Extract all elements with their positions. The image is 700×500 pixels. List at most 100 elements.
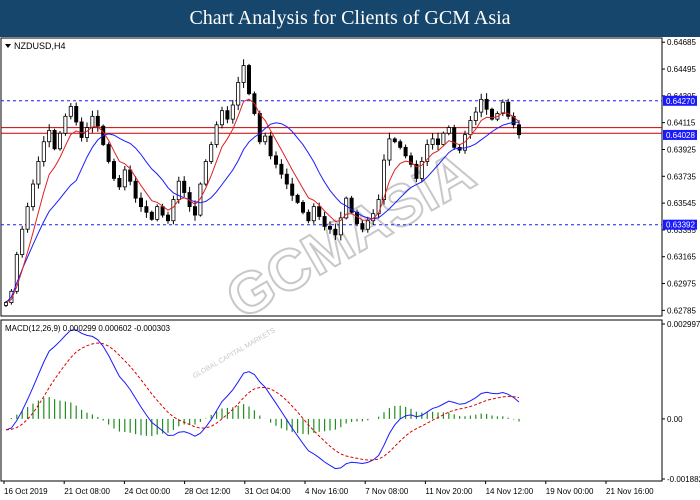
candle-body [165,214,170,222]
candle-body [290,183,295,196]
candle-body [63,115,68,134]
time-tick-label: 19 Nov 00:00 [546,487,594,496]
candle-body [322,216,327,227]
macd-tick-label: 0.002997 [667,320,700,329]
time-tick-label: 24 Oct 00:00 [124,487,170,496]
price-tick-label: 0.63545 [667,199,696,208]
candle-body [257,113,262,143]
price-tick-label: 0.62785 [667,306,696,315]
candle-body [446,127,451,134]
candle-body [403,146,408,157]
candle-body [398,141,403,148]
candle-body [36,161,41,185]
price-tick-label: 0.62975 [667,280,696,289]
price-tick-label: 0.64495 [667,65,696,74]
price-tick-label: 0.63735 [667,172,696,181]
time-tick-label: 31 Oct 04:00 [245,487,291,496]
candle-body [52,130,57,150]
price-level-tag-label: 0.63392 [666,221,695,230]
candle-body [365,220,370,230]
candle-body [79,121,84,138]
time-axis: 16 Oct 2019 21 Oct 08:00 24 Oct 00:00 28 Oc… [3,481,654,496]
candle-body [473,111,478,121]
candle-body [225,110,230,120]
time-tick-label: 11 Nov 20:00 [425,487,473,496]
candle-body [435,138,440,145]
price-tick-label: 0.64685 [667,38,696,47]
candle-body [30,183,35,208]
candle-body [203,161,208,185]
title-banner: Chart Analysis for Clients of GCM Asia [0,0,700,37]
candle-body [327,225,332,230]
time-tick-label: 14 Nov 12:00 [486,487,534,496]
candle-body [90,115,95,129]
candle-body [517,124,522,136]
candle-body [360,223,365,230]
candle-body [117,178,122,188]
candle-body [479,98,484,113]
candle-body [209,144,214,162]
candle-body [430,138,435,145]
candle-body [219,110,224,126]
candle-body [133,180,138,199]
candle-body [441,132,446,145]
candle-body [284,173,289,185]
candle-body [106,144,111,162]
chart-area: GCMASIAGLOBAL CAPITAL MARKETS 0.646850.6… [0,37,700,496]
candle-body [295,194,300,203]
candle-body [160,206,165,216]
candle-body [392,138,397,143]
candle-body [333,228,338,236]
candle-body [468,120,473,136]
candle-body [4,302,9,306]
time-tick-label: 7 Nov 08:00 [365,487,409,496]
price-tick-label: 0.63925 [667,145,696,154]
candle-body [20,228,25,256]
macd-tick-label: 0.00 [667,415,683,424]
candle-body [47,130,52,143]
time-tick-label: 16 Oct 2019 [4,487,48,496]
candle-body [500,101,505,114]
candle-body [149,211,154,220]
candle-body [230,104,235,120]
candle-body [387,138,392,161]
candle-body [176,180,181,200]
macd-label: MACD(12,26,9) 0.000299 0.000602 -0.00030… [5,324,171,333]
time-tick-label: 21 Oct 08:00 [64,487,110,496]
price-level-tag-label: 0.64270 [666,97,695,106]
candle-body [182,180,187,193]
candle-body [68,106,73,117]
macd-axis: 0.002997 0.00 -0.001882 [662,320,700,484]
candle-body [155,206,160,220]
candle-body [263,135,268,143]
macd-tick-label: -0.001882 [667,475,700,484]
candle-body [144,206,149,213]
candle-body [273,155,278,165]
candle-body [25,206,30,230]
candle-body [306,211,311,222]
banner-title: Chart Analysis for Clients of GCM Asia [189,7,511,29]
candle-body [138,197,143,208]
candle-body [241,65,246,83]
price-tick-label: 0.64115 [667,119,696,128]
candle-body [128,169,133,182]
time-tick-label: 28 Oct 12:00 [185,487,231,496]
candle-body [236,82,241,106]
candle-body [214,124,219,145]
candle-body [41,141,46,162]
candle-body [112,161,117,179]
time-tick-label: 4 Nov 16:00 [305,487,349,496]
candle-body [268,135,273,157]
candle-body [246,65,251,95]
candle-body [452,127,457,148]
candle-body [74,106,79,123]
macd-panel [0,319,663,482]
candle-body [122,169,127,188]
candle-body [279,163,284,175]
candle-body [311,206,316,222]
candle-body [317,206,322,217]
candle-body [484,98,489,110]
price-tick-label: 0.63165 [667,253,696,262]
candle-body [192,206,197,216]
symbol-label: NZDUSD,H4 [14,41,66,51]
